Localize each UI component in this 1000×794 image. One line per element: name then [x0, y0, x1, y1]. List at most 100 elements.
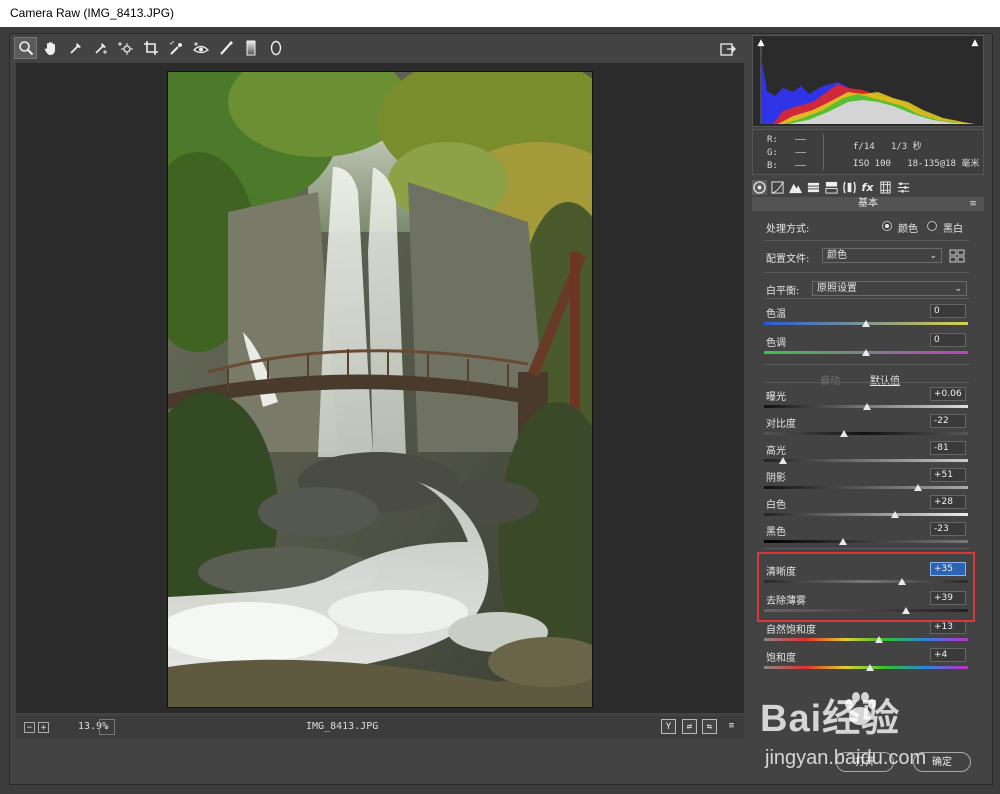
hsl-icon[interactable] — [806, 180, 821, 195]
g-value: —— — [795, 148, 807, 158]
treatment-bw-label: 黑白 — [943, 224, 963, 235]
slider-thumb[interactable] — [890, 511, 899, 518]
slider-thumb[interactable] — [839, 430, 848, 437]
white-balance-select[interactable]: 原照设置 ⌄ — [812, 281, 967, 296]
before-after-toggle[interactable]: Y — [661, 719, 676, 734]
toolbar — [14, 37, 287, 59]
slider-label: 白色 — [766, 500, 786, 511]
zoom-in-button[interactable]: + — [38, 722, 49, 733]
slider-label: 色温 — [766, 309, 786, 320]
status-bar: − + 13.9% ⌄ IMG_8413.JPG Y ⇄ ⇆ ≡ — [16, 716, 744, 738]
slider-value-field[interactable]: 0 — [930, 333, 966, 347]
baidu-watermark: Bai经验 jingyan.baidu.com — [760, 687, 992, 782]
slider-label: 对比度 — [766, 419, 796, 430]
slider-thumb[interactable] — [866, 664, 875, 671]
zoom-tool-icon[interactable] — [14, 37, 37, 59]
graduated-filter-tool-icon[interactable] — [239, 37, 262, 59]
slider-track[interactable] — [764, 432, 968, 435]
targeted-adjustment-tool-icon[interactable] — [114, 37, 137, 59]
basic-panel-icon[interactable] — [752, 179, 767, 195]
swap-settings-button[interactable]: ⇄ — [682, 719, 697, 734]
slider-track[interactable] — [764, 513, 968, 516]
slider-thumb[interactable] — [779, 457, 788, 464]
crop-tool-icon[interactable] — [139, 37, 162, 59]
slider-label: 阴影 — [766, 473, 786, 484]
slider-track[interactable] — [764, 459, 968, 462]
radial-filter-tool-icon[interactable] — [264, 37, 287, 59]
slider-value-field[interactable]: +28 — [930, 495, 966, 509]
b-value: —— — [795, 161, 807, 171]
b-label: B: — [767, 161, 778, 171]
lens-corrections-icon[interactable] — [842, 180, 857, 195]
window-title: Camera Raw (IMG_8413.JPG) — [0, 0, 1000, 27]
auto-button[interactable]: 自动 — [820, 372, 840, 387]
watermark-brand: Bai经验 — [760, 698, 901, 740]
slider-value-field[interactable]: 0 — [930, 304, 966, 318]
slider-track[interactable] — [764, 540, 968, 543]
profile-browser-icon[interactable] — [949, 248, 965, 263]
profile-select[interactable]: 颜色 ⌄ — [822, 248, 942, 263]
detail-icon[interactable] — [788, 180, 803, 195]
profile-label: 配置文件: — [766, 254, 810, 265]
g-label: G: — [767, 148, 778, 158]
aperture: f/14 — [853, 142, 875, 152]
slider-thumb[interactable] — [875, 636, 884, 643]
r-value: —— — [795, 135, 807, 145]
hand-tool-icon[interactable] — [39, 37, 62, 59]
lens: 18-135@18 毫米 — [907, 159, 980, 169]
chevron-down-icon: ⌄ — [929, 251, 937, 261]
watermark-url: jingyan.baidu.com — [765, 747, 927, 769]
slider-value-field[interactable]: -81 — [930, 441, 966, 455]
zoom-out-button[interactable]: − — [24, 722, 35, 733]
slider-thumb[interactable] — [914, 484, 923, 491]
treatment-bw-radio[interactable] — [927, 221, 937, 231]
effects-icon[interactable]: fx — [860, 180, 875, 195]
slider-value-field[interactable]: -22 — [930, 414, 966, 428]
panel-menu-icon[interactable]: ≡ — [968, 199, 978, 209]
copy-settings-button[interactable]: ⇆ — [702, 719, 717, 734]
tone-curve-icon[interactable] — [770, 180, 785, 195]
slider-value-field[interactable]: +0.06 — [930, 387, 966, 401]
slider-track[interactable] — [764, 638, 968, 641]
photo-preview — [167, 71, 593, 708]
chevron-down-icon: ⌄ — [954, 284, 962, 294]
slider-label: 自然饱和度 — [766, 625, 816, 636]
r-label: R: — [767, 135, 778, 145]
slider-value-field[interactable]: +51 — [930, 468, 966, 482]
adjustment-brush-tool-icon[interactable] — [214, 37, 237, 59]
color-sampler-tool-icon[interactable] — [89, 37, 112, 59]
shutter-speed: 1/3 秒 — [890, 142, 922, 152]
zoom-dropdown[interactable]: ⌄ — [99, 719, 115, 735]
split-toning-icon[interactable] — [824, 180, 839, 195]
camera-calibration-icon[interactable] — [878, 180, 893, 195]
panel-title: 基本 ≡ — [752, 197, 984, 211]
slider-value-field[interactable]: +4 — [930, 648, 966, 662]
spot-removal-tool-icon[interactable] — [164, 37, 187, 59]
slider-value-field[interactable]: -23 — [930, 522, 966, 536]
iso: ISO 100 — [853, 159, 891, 169]
slider-label: 曝光 — [766, 392, 786, 403]
metadata-panel: R: —— G: —— B: —— f/14 1/3 秒 ISO 100 18-… — [752, 129, 984, 175]
slider-thumb[interactable] — [862, 403, 871, 410]
default-button[interactable]: 默认值 — [870, 372, 900, 387]
waterfall-photo — [168, 72, 592, 707]
export-icon[interactable] — [717, 38, 739, 60]
preview-settings-icon[interactable]: ≡ — [724, 719, 739, 734]
histogram: ▲ ▲ — [752, 35, 984, 127]
slider-label: 饱和度 — [766, 653, 796, 664]
slider-label: 黑色 — [766, 527, 786, 538]
white-balance-tool-icon[interactable] — [64, 37, 87, 59]
treatment-color-label: 颜色 — [898, 224, 918, 235]
slider-track[interactable] — [764, 486, 968, 489]
presets-icon[interactable] — [896, 180, 911, 195]
treatment-label: 处理方式: — [766, 224, 810, 235]
red-eye-tool-icon[interactable] — [189, 37, 212, 59]
highlight-annotation — [757, 552, 975, 622]
slider-thumb[interactable] — [862, 349, 870, 356]
panel-tabs: fx — [752, 178, 984, 196]
slider-value-field[interactable]: +13 — [930, 620, 966, 634]
treatment-color-radio[interactable] — [882, 221, 892, 231]
slider-thumb[interactable] — [862, 320, 870, 327]
slider-thumb[interactable] — [838, 538, 847, 545]
slider-label: 色调 — [766, 338, 786, 349]
